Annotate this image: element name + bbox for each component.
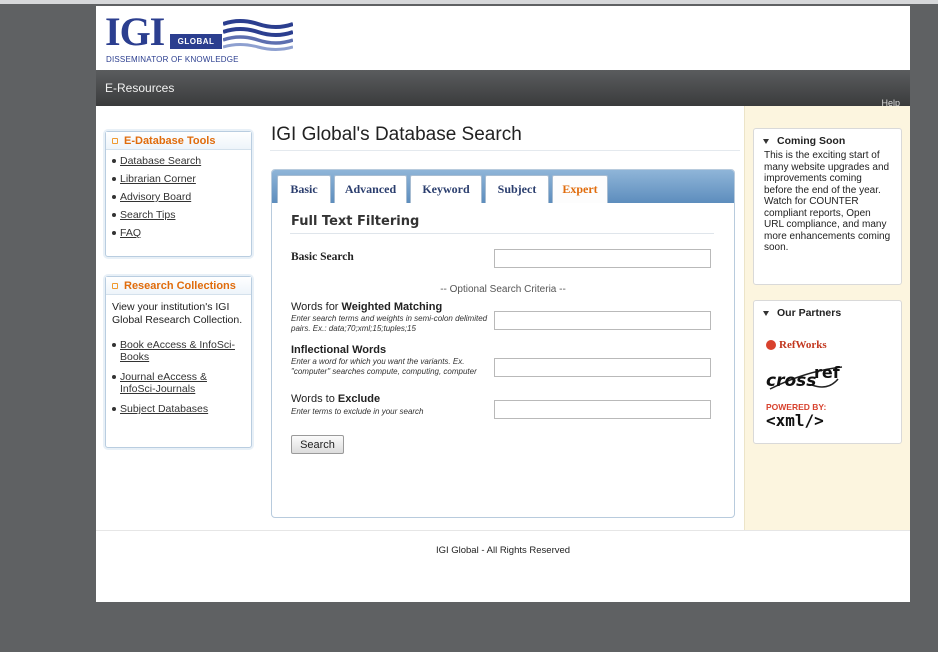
footer-divider [96, 530, 910, 531]
list-item[interactable]: Journal eAccess & InfoSci-Journals [112, 371, 245, 395]
database-search-link[interactable]: Database Search [120, 155, 201, 167]
research-collections-description: View your institution's IGI Global Resea… [112, 301, 243, 326]
database-tools-list: Database Search Librarian Corner Advisor… [106, 150, 251, 246]
research-collections-title-text: Research Collections [124, 279, 236, 292]
advisory-board-link[interactable]: Advisory Board [120, 191, 191, 203]
coming-soon-box: Coming Soon This is the exciting start o… [753, 128, 902, 285]
triangle-down-icon [763, 310, 769, 316]
exclude-label-prefix: Words to [291, 393, 338, 405]
list-item[interactable]: FAQ [112, 224, 245, 242]
nav-title[interactable]: E-Resources [105, 81, 174, 95]
list-item[interactable]: Book eAccess & InfoSci-Books [112, 339, 245, 363]
book-eaccess-link[interactable]: Book eAccess & InfoSci-Books [120, 339, 235, 363]
coming-soon-title: Coming Soon [754, 129, 901, 150]
triangle-down-icon [763, 138, 769, 144]
square-bullet-icon [112, 282, 118, 289]
database-tools-title-text: E-Database Tools [124, 134, 216, 147]
tab-advanced[interactable]: Advanced [334, 175, 407, 203]
list-item[interactable]: Database Search [112, 152, 245, 170]
inflectional-label-text: Inflectional Words [291, 344, 387, 356]
coming-soon-title-text: Coming Soon [777, 135, 846, 147]
inflectional-words-label: Inflectional Words [291, 344, 386, 356]
browser-top-strip [0, 0, 938, 4]
basic-search-label: Basic Search [291, 251, 354, 263]
weighted-label-prefix: Words for [291, 301, 342, 313]
title-divider [270, 150, 740, 151]
refworks-icon [766, 340, 776, 350]
tab-keyword[interactable]: Keyword [410, 175, 482, 203]
list-item[interactable]: Subject Databases [112, 403, 245, 415]
weighted-matching-hint: Enter search terms and weights in semi-c… [291, 314, 488, 333]
list-item[interactable]: Librarian Corner [112, 170, 245, 188]
research-collections-title: Research Collections [106, 277, 251, 295]
logo-main-text: IGI [105, 9, 165, 54]
page-container: IGI GLOBAL DISSEMINATOR OF KNOWLEDGE E-R… [96, 6, 910, 602]
subject-databases-link[interactable]: Subject Databases [120, 403, 208, 415]
square-bullet-icon [112, 137, 118, 144]
exclude-words-label: Words to Exclude [291, 393, 380, 405]
search-tips-link[interactable]: Search Tips [120, 209, 175, 221]
tab-bar: Basic Advanced Keyword Subject Expert [272, 170, 734, 203]
nav-bar: E-Resources Help [96, 70, 910, 108]
filter-divider [290, 233, 714, 234]
refworks-logo[interactable]: RefWorks [766, 339, 827, 351]
page-title: IGI Global's Database Search [271, 124, 522, 145]
exclude-label-strong: Exclude [337, 393, 381, 405]
igi-global-logo[interactable]: IGI GLOBAL DISSEMINATOR OF KNOWLEDGE [105, 12, 305, 66]
research-collections-box: Research Collections View your instituti… [105, 276, 252, 448]
basic-search-input[interactable] [494, 249, 711, 268]
inflectional-words-input[interactable] [494, 358, 711, 377]
inflectional-words-hint: Enter a word for which you want the vari… [291, 357, 477, 376]
optional-criteria-caption: -- Optional Search Criteria -- [440, 284, 566, 295]
coming-soon-text: This is the exciting start of many websi… [764, 150, 891, 253]
partners-title-text: Our Partners [777, 307, 842, 319]
crossref-logo[interactable]: cross ref [766, 363, 846, 396]
exclude-words-input[interactable] [494, 400, 711, 419]
logo-bar: IGI GLOBAL DISSEMINATOR OF KNOWLEDGE [96, 6, 910, 70]
partners-box: Our Partners RefWorks cross ref POWERED … [753, 300, 902, 444]
tab-basic[interactable]: Basic [277, 175, 331, 203]
crossref-text-b: ref [814, 363, 840, 382]
weighted-matching-label: Words for Weighted Matching [291, 301, 442, 313]
faq-link[interactable]: FAQ [120, 227, 141, 239]
partners-title: Our Partners [754, 301, 901, 322]
logo-box-text: GLOBAL [170, 34, 222, 49]
search-panel: Basic Advanced Keyword Subject Expert Fu… [271, 169, 735, 518]
footer-text: IGI Global - All Rights Reserved [435, 545, 571, 556]
research-collections-list: Book eAccess & InfoSci-Books Journal eAc… [106, 333, 251, 427]
filter-heading: Full Text Filtering [291, 214, 420, 229]
database-tools-box: E-Database Tools Database Search Librari… [105, 131, 252, 257]
exclude-words-hint: Enter terms to exclude in your search [291, 407, 424, 416]
weighted-label-strong: Weighted Matching [341, 301, 443, 313]
crossref-text-a: cross [766, 371, 817, 391]
weighted-matching-input[interactable] [494, 311, 711, 330]
right-column: Coming Soon This is the exciting start o… [744, 106, 910, 530]
database-tools-title: E-Database Tools [106, 132, 251, 150]
journal-eaccess-link[interactable]: Journal eAccess & InfoSci-Journals [120, 371, 207, 395]
refworks-text: RefWorks [779, 339, 827, 351]
logo-tagline: DISSEMINATOR OF KNOWLEDGE [106, 55, 239, 64]
search-button[interactable]: Search [291, 435, 344, 454]
tab-subject[interactable]: Subject [485, 175, 549, 203]
logo-waves-icon [223, 19, 293, 51]
xml-logo[interactable]: <xml/> [766, 411, 824, 430]
list-item[interactable]: Search Tips [112, 206, 245, 224]
list-item[interactable]: Advisory Board [112, 188, 245, 206]
librarian-corner-link[interactable]: Librarian Corner [120, 173, 196, 185]
tab-expert[interactable]: Expert [552, 175, 608, 203]
